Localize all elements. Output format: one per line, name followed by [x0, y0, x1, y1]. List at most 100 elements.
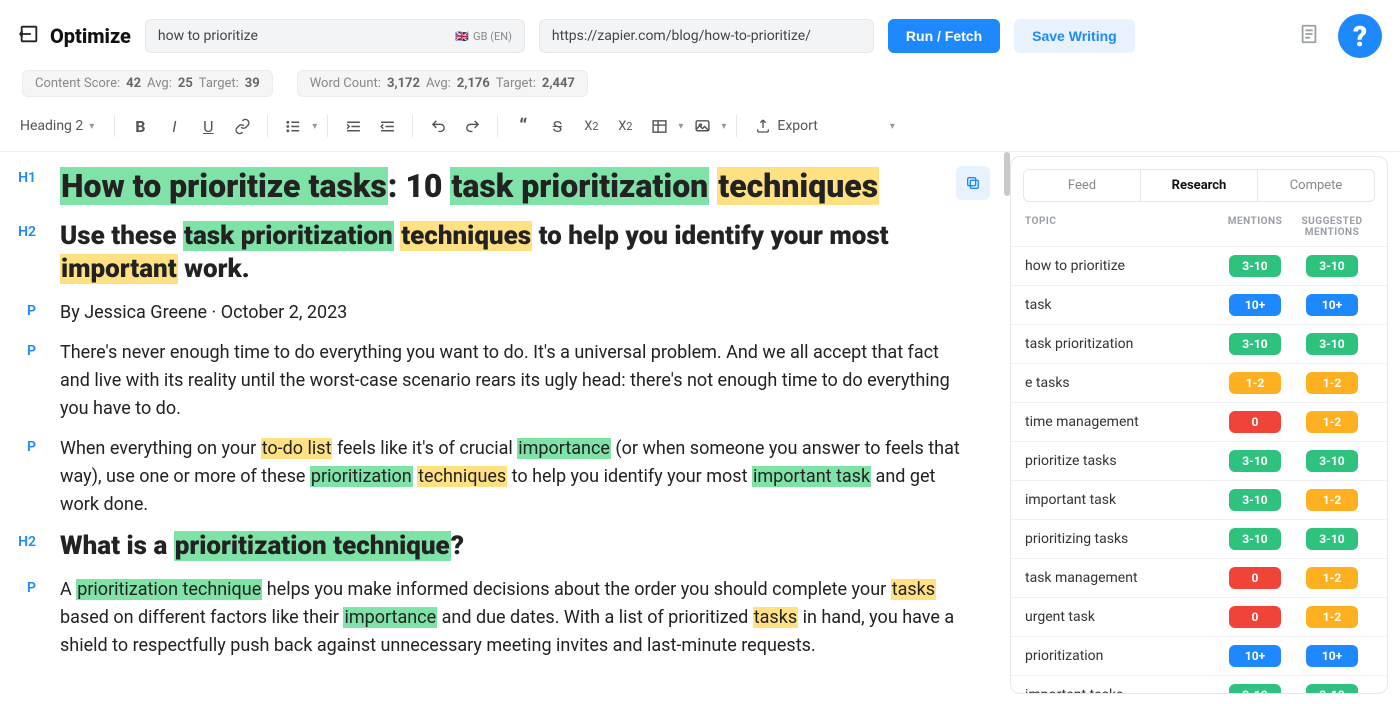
mentions-badge: 0	[1229, 606, 1281, 628]
redo-button[interactable]	[457, 111, 487, 141]
topic-row[interactable]: prioritize tasks 3-10 3-10	[1011, 441, 1387, 480]
main-area: H1 How to prioritize tasks: 10 task prio…	[0, 152, 1400, 704]
block-tag-p: P	[6, 339, 36, 359]
notes-icon[interactable]	[1298, 22, 1320, 50]
chevron-down-icon[interactable]: ▾	[312, 121, 317, 132]
topic-name: urgent task	[1025, 609, 1219, 625]
chevron-down-icon[interactable]: ▾	[721, 121, 726, 132]
topic-name: important tasks	[1025, 687, 1219, 693]
block-tag-p: P	[6, 435, 36, 455]
col-suggested: SUGGESTED MENTIONS	[1291, 216, 1373, 238]
topic-name: prioritizing tasks	[1025, 531, 1219, 547]
topic-row[interactable]: urgent task 0 1-2	[1011, 597, 1387, 636]
suggested-badge: 3-10	[1306, 255, 1358, 277]
bullet-list-button[interactable]	[278, 111, 308, 141]
topic-name: prioritize tasks	[1025, 453, 1219, 469]
mentions-badge: 0	[1229, 411, 1281, 433]
paragraph[interactable]: There's never enough time to do everythi…	[60, 339, 960, 423]
topic-name: prioritization	[1025, 648, 1219, 664]
tab-compete[interactable]: Compete	[1258, 170, 1374, 201]
chevron-down-icon[interactable]: ▾	[678, 121, 683, 132]
topic-name: time management	[1025, 414, 1219, 430]
topic-name: e tasks	[1025, 375, 1219, 391]
run-fetch-button[interactable]: Run / Fetch	[888, 19, 1000, 53]
suggested-badge: 10+	[1306, 645, 1358, 667]
mentions-badge: 3-10	[1229, 255, 1281, 277]
suggested-badge: 1-2	[1306, 372, 1358, 394]
topic-list[interactable]: how to prioritize3-103-10task10+10+task …	[1011, 246, 1387, 693]
table-button[interactable]	[644, 111, 674, 141]
col-mentions: MENTIONS	[1219, 216, 1291, 238]
paragraph[interactable]: When everything on your to-do list feels…	[60, 435, 960, 519]
subscript-button[interactable]: X2	[576, 111, 606, 141]
byline[interactable]: By Jessica Greene · October 2, 2023	[60, 299, 960, 327]
tab-feed[interactable]: Feed	[1024, 170, 1141, 201]
topic-name: task management	[1025, 570, 1219, 586]
quote-button[interactable]: “	[508, 111, 538, 141]
mentions-badge: 3-10	[1229, 450, 1281, 472]
suggested-badge: 3-10	[1306, 450, 1358, 472]
italic-button[interactable]: I	[159, 111, 189, 141]
word-count-pill[interactable]: Word Count:3,172 Avg:2,176 Target:2,447	[297, 70, 588, 97]
heading-2[interactable]: Use these task prioritization techniques…	[60, 220, 960, 288]
stats-row: Content Score:42 Avg:25 Target:39 Word C…	[0, 68, 1400, 105]
undo-button[interactable]	[423, 111, 453, 141]
bold-button[interactable]: B	[125, 111, 155, 141]
suggested-badge: 1-2	[1306, 489, 1358, 511]
heading-select[interactable]: Heading 2▾	[10, 114, 104, 138]
editor-column[interactable]: H1 How to prioritize tasks: 10 task prio…	[0, 152, 1010, 704]
heading-1[interactable]: How to prioritize tasks: 10 task priorit…	[60, 166, 924, 208]
suggested-badge: 3-10	[1306, 684, 1358, 693]
block-tag-p: P	[6, 576, 36, 596]
mentions-badge: 0	[1229, 567, 1281, 589]
block-tag-h2: H2	[6, 530, 36, 550]
topic-row[interactable]: prioritizing tasks3-103-10	[1011, 519, 1387, 558]
keyword-input[interactable]: how to prioritize 🇬🇧 GB (EN)	[145, 19, 525, 53]
top-bar: Optimize how to prioritize 🇬🇧 GB (EN) ht…	[0, 0, 1400, 68]
topic-row[interactable]: important tasks3-103-10	[1011, 675, 1387, 693]
scrollbar[interactable]	[1004, 152, 1010, 196]
chevron-down-icon[interactable]: ▾	[890, 121, 895, 132]
paragraph[interactable]: A prioritization technique helps you mak…	[60, 576, 960, 660]
block-tag-h2: H2	[6, 220, 36, 240]
mentions-badge: 3-10	[1229, 333, 1281, 355]
tab-research[interactable]: Research	[1141, 170, 1258, 201]
copy-button[interactable]	[956, 166, 990, 200]
image-button[interactable]	[687, 111, 717, 141]
topic-row[interactable]: time management 0 1-2	[1011, 402, 1387, 441]
topic-row[interactable]: task10+10+	[1011, 285, 1387, 324]
content-score-pill[interactable]: Content Score:42 Avg:25 Target:39	[22, 70, 273, 97]
suggested-badge: 1-2	[1306, 567, 1358, 589]
heading-2[interactable]: What is a prioritization technique?	[60, 530, 960, 564]
exit-icon[interactable]	[18, 23, 40, 49]
topic-row[interactable]: how to prioritize 3-10 3-10	[1011, 246, 1387, 285]
topic-row[interactable]: prioritization10+10+	[1011, 636, 1387, 675]
topic-row[interactable]: task management 0 1-2	[1011, 558, 1387, 597]
url-value: https://zapier.com/blog/how-to-prioritiz…	[552, 28, 811, 44]
link-button[interactable]	[227, 111, 257, 141]
help-button[interactable]: ?	[1338, 14, 1382, 58]
save-writing-button[interactable]: Save Writing	[1014, 19, 1135, 53]
suggested-badge: 1-2	[1306, 411, 1358, 433]
editor-toolbar: Heading 2▾ B I U ▾ “ S X2 X2 ▾ ▾ Export …	[0, 105, 1400, 152]
app-title-wrap: Optimize	[18, 23, 131, 49]
topic-row[interactable]: important task3-101-2	[1011, 480, 1387, 519]
underline-button[interactable]: U	[193, 111, 223, 141]
suggested-badge: 3-10	[1306, 528, 1358, 550]
topic-name: important task	[1025, 492, 1219, 508]
topic-name: how to prioritize	[1025, 258, 1219, 274]
suggested-badge: 3-10	[1306, 333, 1358, 355]
url-input[interactable]: https://zapier.com/blog/how-to-prioritiz…	[539, 19, 874, 53]
mentions-badge: 1-2	[1229, 372, 1281, 394]
topic-row[interactable]: task prioritization3-103-10	[1011, 324, 1387, 363]
mentions-badge: 10+	[1229, 294, 1281, 316]
outdent-button[interactable]	[372, 111, 402, 141]
col-topic: TOPIC	[1025, 216, 1219, 238]
strikethrough-button[interactable]: S	[542, 111, 572, 141]
superscript-button[interactable]: X2	[610, 111, 640, 141]
topic-row[interactable]: e tasks 1-2 1-2	[1011, 363, 1387, 402]
suggested-badge: 1-2	[1306, 606, 1358, 628]
indent-button[interactable]	[338, 111, 368, 141]
suggested-badge: 10+	[1306, 294, 1358, 316]
export-button[interactable]: Export	[747, 114, 825, 138]
